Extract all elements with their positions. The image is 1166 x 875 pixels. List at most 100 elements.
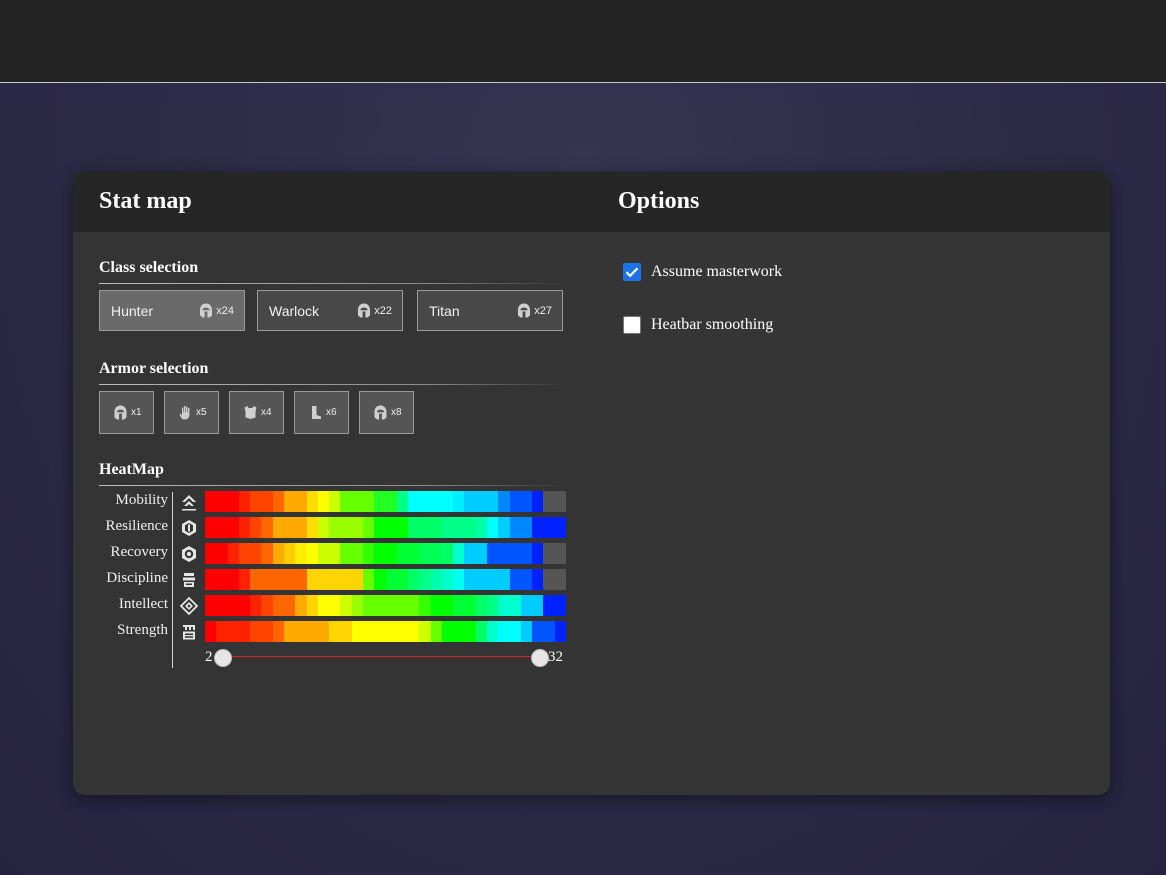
heatbar-cell	[532, 491, 544, 512]
heatbar-cell	[362, 517, 375, 538]
heatbar-cell	[205, 517, 217, 538]
armor-button-helmet[interactable]: x1	[99, 391, 154, 434]
heatbar-cell	[329, 595, 341, 616]
class-button-titan[interactable]: Titan x27	[417, 290, 563, 331]
helmet-icon	[114, 405, 127, 420]
heatbar-discipline	[205, 569, 566, 590]
heatbar-cell	[238, 491, 251, 512]
heatbar-cell	[520, 621, 533, 642]
stat-label-strength: Strength	[117, 622, 168, 638]
stat-map-header: Stat map	[73, 172, 592, 232]
heatbar-cell	[250, 621, 262, 642]
heatbar-cell	[272, 491, 284, 512]
heatbar-cell	[385, 491, 397, 512]
heatbar-cell	[543, 517, 555, 538]
heatbar-cell	[385, 595, 397, 616]
heatmap-axis-line	[172, 492, 173, 668]
heatbar-cell	[340, 569, 352, 590]
heatbar-cell	[238, 543, 251, 564]
heatbar-cell	[441, 543, 454, 564]
checkmark-icon	[625, 267, 639, 278]
heatbar-cell	[340, 491, 352, 512]
heatbar-cell	[238, 569, 251, 590]
heatbar-cell	[261, 491, 273, 512]
helmet-icon	[358, 303, 370, 318]
heatbar-cell	[408, 491, 420, 512]
range-slider-track[interactable]	[222, 656, 539, 657]
heatbar-cell	[532, 595, 544, 616]
stat-map-panel: Stat map Class selection Hunter x24 Warl…	[73, 172, 592, 795]
heatbar-cell	[498, 595, 510, 616]
armor-button-class-item[interactable]: x8	[359, 391, 414, 434]
heatbar-cell	[238, 621, 251, 642]
class-name: Warlock	[269, 303, 320, 319]
options-panel: Options Assume masterwork Heatbar smooth…	[592, 172, 1110, 795]
armor-button-legs[interactable]: x6	[294, 391, 349, 434]
heatbar-cell	[351, 491, 363, 512]
heatbar-cell	[509, 621, 521, 642]
top-navigation-bar	[0, 0, 1166, 83]
heatbar-cell	[408, 621, 420, 642]
heatbar-cell	[520, 543, 533, 564]
heatbar-cell	[329, 517, 341, 538]
heatbar-cell	[306, 543, 318, 564]
heatbar-cell	[283, 621, 296, 642]
heatbar-cell	[408, 569, 420, 590]
heatbar-cell	[498, 569, 510, 590]
heatbar-smoothing-checkbox[interactable]	[623, 316, 641, 334]
heatbar-cell	[498, 621, 510, 642]
heatbar-cell	[453, 491, 465, 512]
heatbar-cell	[554, 491, 566, 512]
class-item-icon	[374, 405, 387, 420]
armor-selection-divider	[99, 384, 566, 385]
heatbar-cell	[385, 543, 397, 564]
class-button-warlock[interactable]: Warlock x22	[257, 290, 403, 331]
armor-button-chest[interactable]: x4	[229, 391, 284, 434]
heatbar-cell	[453, 517, 465, 538]
heatbar-cell	[498, 517, 510, 538]
heatbar-cell	[238, 595, 251, 616]
class-button-hunter[interactable]: Hunter x24	[99, 290, 245, 331]
heatbar-intellect	[205, 595, 566, 616]
slider-max-label: 32	[548, 649, 563, 665]
heatbar-cell	[216, 595, 228, 616]
heatbar-cell	[295, 621, 307, 642]
heatbar-cell	[340, 543, 352, 564]
heatbar-cell	[554, 517, 566, 538]
heatbar-cell	[374, 543, 386, 564]
heatbar-cell	[317, 621, 330, 642]
stat-map-title: Stat map	[99, 188, 192, 214]
heatbar-cell	[520, 491, 533, 512]
heatbar-strength	[205, 621, 566, 642]
stat-map-card: Stat map Class selection Hunter x24 Warl…	[73, 172, 1110, 795]
heatbar-cell	[272, 517, 284, 538]
heatbar-cell	[250, 491, 262, 512]
gauntlets-icon	[179, 406, 190, 420]
armor-button-gauntlets[interactable]: x5	[164, 391, 219, 434]
heatbar-cell	[430, 569, 442, 590]
armor-count: x8	[391, 407, 402, 418]
heatbar-cell	[487, 621, 499, 642]
heatbar-cell	[351, 517, 363, 538]
heatbar-cell	[464, 569, 476, 590]
heatbar-cell	[419, 543, 431, 564]
class-count: x24	[216, 305, 234, 317]
heatbar-cell	[487, 595, 499, 616]
armor-count: x6	[326, 407, 337, 418]
recovery-icon	[182, 546, 196, 562]
heatbar-cell	[419, 595, 431, 616]
range-slider-high-handle[interactable]	[531, 649, 549, 667]
heatbar-cell	[487, 543, 499, 564]
heatbar-cell	[441, 595, 454, 616]
heatbar-cell	[205, 621, 217, 642]
heatbar-cell	[216, 543, 228, 564]
assume-masterwork-checkbox[interactable]	[623, 263, 641, 281]
heatbar-cell	[317, 569, 330, 590]
heatbar-cell	[396, 517, 409, 538]
heatbar-cell	[362, 621, 375, 642]
heatbar-cell	[340, 621, 352, 642]
heatbar-cell	[453, 595, 465, 616]
heatbar-cell	[464, 517, 476, 538]
heatbar-cell	[329, 621, 341, 642]
range-slider-low-handle[interactable]	[214, 649, 232, 667]
